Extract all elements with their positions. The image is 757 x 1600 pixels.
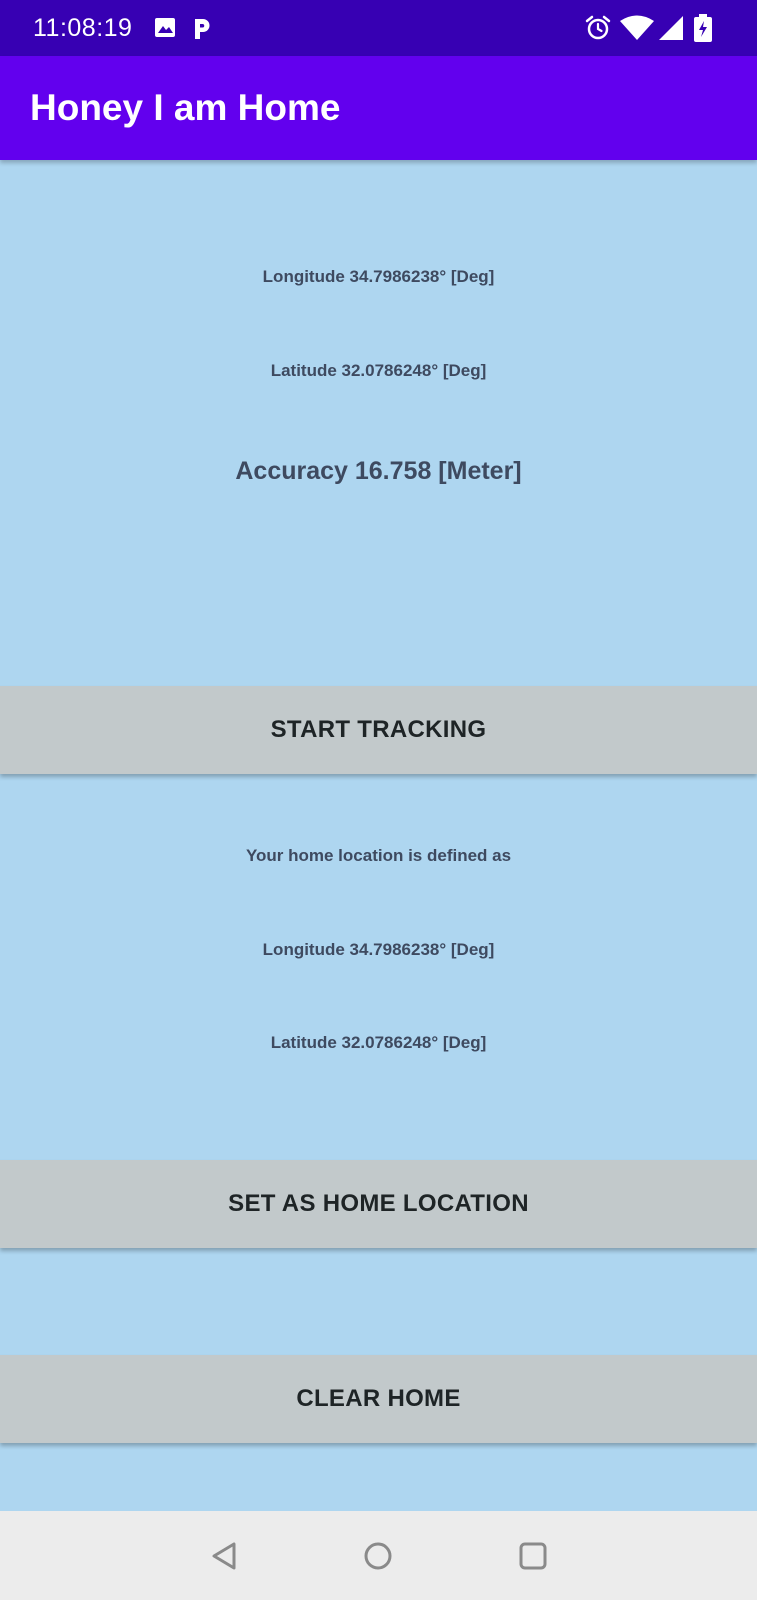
p-icon <box>189 14 217 42</box>
current-latitude-text: Latitude 32.0786248° [Deg] <box>270 361 487 380</box>
current-longitude-text: Longitude 34.7986238° [Deg] <box>262 267 495 286</box>
app-bar: Honey I am Home <box>0 56 757 160</box>
navigation-bar <box>0 1511 757 1600</box>
signal-icon <box>657 14 685 42</box>
wifi-icon <box>619 14 655 42</box>
accuracy-text: Accuracy 16.758 [Meter] <box>235 457 522 485</box>
app-title: Honey I am Home <box>30 87 341 128</box>
battery-icon <box>692 14 714 42</box>
set-home-button[interactable]: SET AS HOME LOCATION <box>0 1160 757 1248</box>
home-icon[interactable] <box>361 1539 395 1573</box>
alarm-icon <box>584 14 612 42</box>
start-tracking-button[interactable]: START TRACKING <box>0 686 757 774</box>
image-icon <box>152 14 180 42</box>
home-longitude-text: Longitude 34.7986238° [Deg] <box>262 940 495 959</box>
recents-icon[interactable] <box>516 1539 550 1573</box>
home-latitude-text: Latitude 32.0786248° [Deg] <box>270 1033 487 1052</box>
status-bar: 11:08:19 <box>0 0 757 56</box>
clear-home-button[interactable]: CLEAR HOME <box>0 1355 757 1443</box>
home-location-heading: Your home location is defined as <box>245 846 512 865</box>
back-icon[interactable] <box>207 1539 241 1573</box>
status-time: 11:08:19 <box>33 14 133 42</box>
